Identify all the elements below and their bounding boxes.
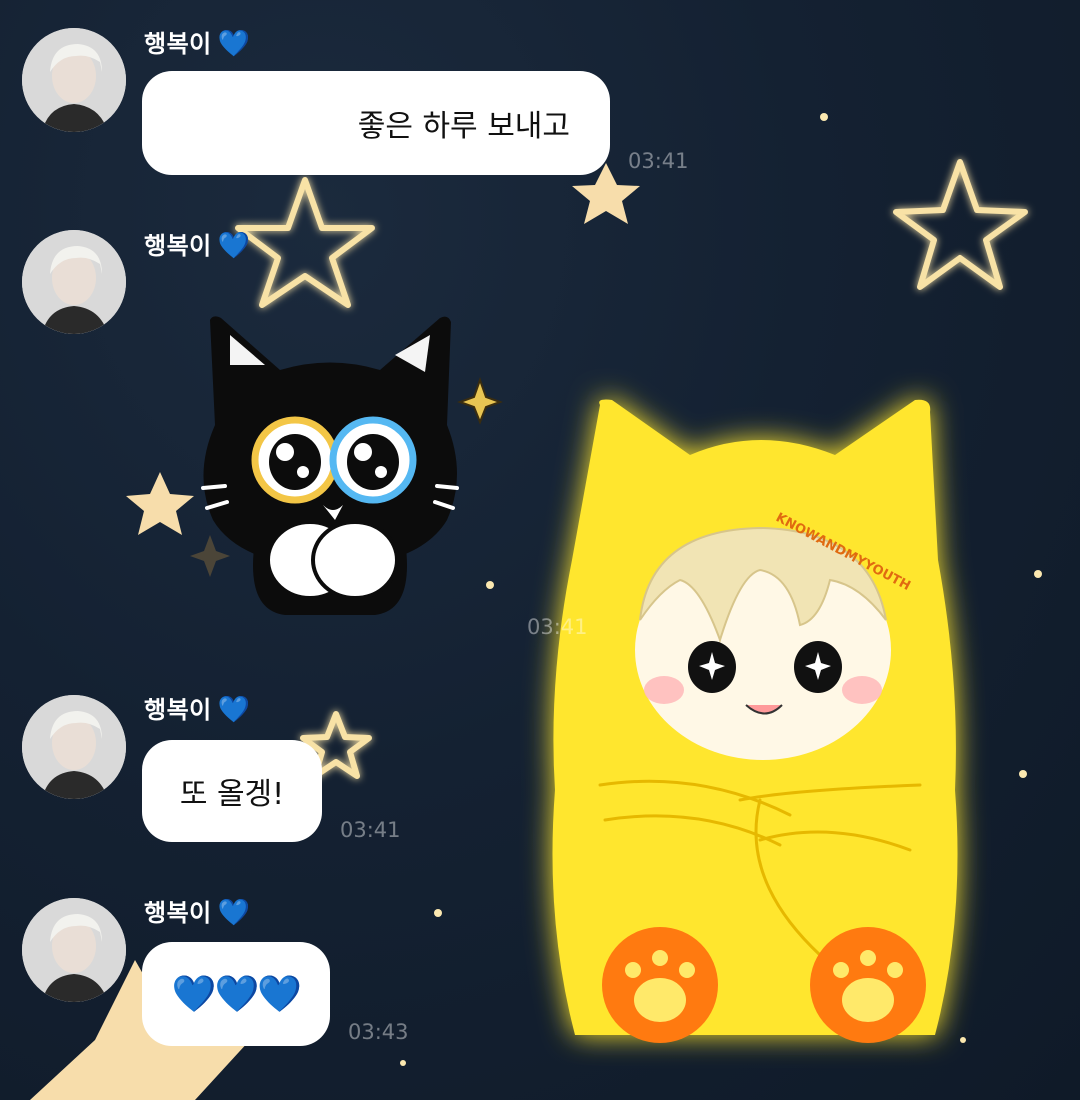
sender-name: 행복이 💙 xyxy=(144,24,251,59)
sender-name: 행복이 💙 xyxy=(144,690,251,725)
message-bubble[interactable]: 좋은 하루 보내고 xyxy=(142,71,610,175)
sender-name-text: 행복이 xyxy=(144,899,212,927)
message-text: 좋은 하루 보내고 xyxy=(357,109,570,144)
sender-avatar[interactable] xyxy=(22,695,126,799)
blue-heart-icon: 💙 xyxy=(217,231,251,261)
sender-avatar[interactable] xyxy=(22,898,126,1002)
avatar-photo xyxy=(22,28,126,132)
paw-left-icon xyxy=(602,927,718,1043)
star-outline-icon xyxy=(235,177,375,308)
sender-name: 행복이 💙 xyxy=(144,893,251,928)
avatar-photo xyxy=(22,695,126,799)
message-text: 또 올겡! xyxy=(179,777,285,812)
message-time: 03:41 xyxy=(527,615,588,639)
message-bubble[interactable]: 💙💙💙 xyxy=(142,942,330,1046)
star-outline-icon xyxy=(893,159,1028,290)
sender-avatar[interactable] xyxy=(22,230,126,334)
blue-heart-icon: 💙 xyxy=(217,898,251,928)
paw-right-icon xyxy=(810,927,926,1043)
blue-heart-icon: 💙 xyxy=(217,29,251,59)
message-time: 03:41 xyxy=(340,818,401,842)
message-time: 03:43 xyxy=(348,1020,409,1044)
message-time: 03:41 xyxy=(628,149,689,173)
sender-name-text: 행복이 xyxy=(144,232,212,260)
sender-name-text: 행복이 xyxy=(144,696,212,724)
sender-name-text: 행복이 xyxy=(144,30,212,58)
sender-name: 행복이 💙 xyxy=(144,226,251,261)
star-filled-icon xyxy=(126,472,194,535)
avatar-photo xyxy=(22,230,126,334)
message-text: 💙💙💙 xyxy=(171,974,302,1015)
blue-heart-icon: 💙 xyxy=(217,695,251,725)
message-bubble[interactable]: 또 올겡! xyxy=(142,740,322,842)
sender-avatar[interactable] xyxy=(22,28,126,132)
avatar-photo xyxy=(22,898,126,1002)
black-cat-sticker[interactable] xyxy=(185,310,475,620)
